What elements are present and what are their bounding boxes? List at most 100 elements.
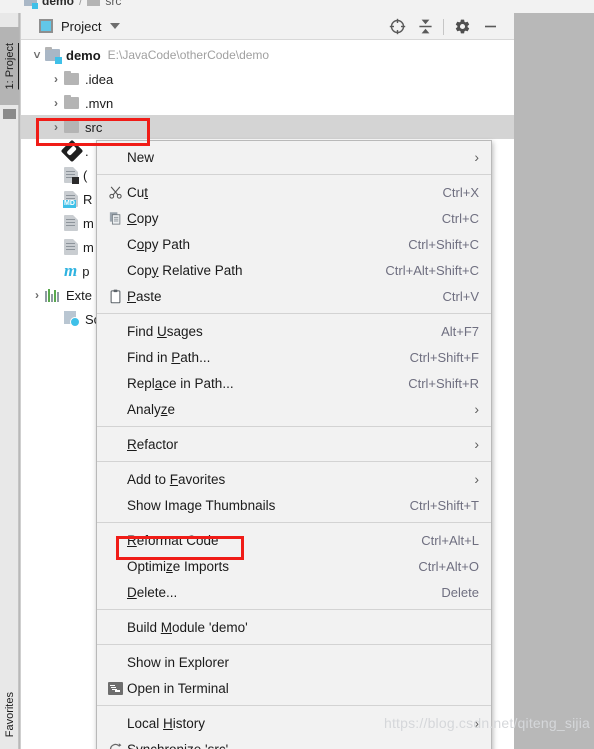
menu-item-analyze[interactable]: Analyze › bbox=[97, 396, 491, 422]
menu-item-label: Copy Path bbox=[127, 236, 191, 252]
menu-item-label: Synchronize 'src' bbox=[127, 741, 229, 749]
breadcrumb: demo / src bbox=[0, 0, 594, 13]
menu-item-paste[interactable]: Paste Ctrl+V bbox=[97, 283, 491, 309]
markdown-file-icon: MD bbox=[63, 191, 78, 208]
menu-item-replace-in-path[interactable]: Replace in Path... Ctrl+Shift+R bbox=[97, 370, 491, 396]
tree-node-label: p bbox=[82, 263, 90, 279]
folder-icon bbox=[64, 119, 79, 133]
menu-item-label: Reformat Code bbox=[127, 532, 219, 548]
sidebar-item-favorites[interactable]: Favorites bbox=[0, 679, 19, 749]
breadcrumb-child[interactable]: src bbox=[105, 0, 121, 8]
idea-window: demo / src 1: Project Favorites Project bbox=[0, 0, 594, 749]
project-strip-icon bbox=[3, 109, 16, 119]
menu-item-label: Find in Path... bbox=[127, 349, 211, 365]
project-tool-window-header: Project bbox=[21, 13, 514, 40]
menu-item-label: Open in Terminal bbox=[127, 680, 229, 696]
git-file-icon bbox=[60, 139, 84, 163]
menu-item-label: Local History bbox=[127, 715, 206, 731]
menu-item-shortcut: Ctrl+Shift+R bbox=[408, 375, 479, 391]
tree-node-label: ( bbox=[83, 167, 88, 183]
tree-row[interactable]: ˅ demo E:\JavaCode\otherCode\demo bbox=[21, 43, 514, 67]
chevron-right-icon: › bbox=[474, 436, 479, 452]
tool-window-actions bbox=[383, 13, 504, 40]
tree-row-src[interactable]: › src bbox=[21, 115, 514, 139]
collapse-all-icon[interactable] bbox=[411, 13, 439, 40]
folder-icon bbox=[64, 95, 79, 109]
menu-item-label: Copy Relative Path bbox=[127, 262, 243, 278]
project-tool-window-title: Project bbox=[61, 18, 102, 34]
menu-item-show-image-thumbnails[interactable]: Show Image Thumbnails Ctrl+Shift+T bbox=[97, 492, 491, 518]
tree-node-label: m bbox=[83, 215, 94, 231]
menu-item-label: Refactor bbox=[127, 436, 179, 452]
menu-item-optimize-imports[interactable]: Optimize Imports Ctrl+Alt+O bbox=[97, 553, 491, 579]
menu-item-shortcut: Delete bbox=[441, 584, 479, 600]
menu-item-add-to-favorites[interactable]: Add to Favorites › bbox=[97, 466, 491, 492]
menu-item-label: Replace in Path... bbox=[127, 375, 234, 391]
tree-node-path: E:\JavaCode\otherCode\demo bbox=[107, 48, 270, 62]
watermark: https://blog.csdn.net/qiteng_sijia bbox=[383, 715, 590, 731]
menu-item-show-in-explorer[interactable]: Show in Explorer bbox=[97, 649, 491, 675]
menu-separator bbox=[97, 461, 491, 462]
menu-item-shortcut: Ctrl+Alt+O bbox=[418, 558, 479, 574]
tree-node-label: . bbox=[85, 143, 89, 159]
menu-item-build-module[interactable]: Build Module 'demo' bbox=[97, 614, 491, 640]
file-icon bbox=[64, 239, 78, 255]
refresh-icon bbox=[103, 742, 127, 749]
copy-icon bbox=[103, 211, 127, 226]
sidebar-item-project-label: 1: Project bbox=[3, 42, 16, 90]
chevron-right-icon[interactable]: › bbox=[29, 288, 45, 302]
menu-item-open-in-terminal[interactable]: Open in Terminal bbox=[97, 675, 491, 701]
chevron-down-icon[interactable]: ˅ bbox=[29, 48, 45, 62]
menu-separator bbox=[97, 426, 491, 427]
menu-item-delete[interactable]: Delete... Delete bbox=[97, 579, 491, 605]
gear-icon[interactable] bbox=[448, 13, 476, 40]
menu-item-copy-relative-path[interactable]: Copy Relative Path Ctrl+Alt+Shift+C bbox=[97, 257, 491, 283]
menu-item-shortcut: Ctrl+X bbox=[442, 184, 479, 200]
tree-node-label: Exte bbox=[66, 287, 93, 303]
menu-item-label: Add to Favorites bbox=[127, 471, 226, 487]
minimize-icon[interactable] bbox=[476, 13, 504, 40]
tree-row[interactable]: › .mvn bbox=[21, 91, 514, 115]
menu-item-label: Optimize Imports bbox=[127, 558, 230, 574]
menu-item-synchronize[interactable]: Synchronize 'src' bbox=[97, 736, 491, 749]
sidebar-item-favorites-label: Favorites bbox=[3, 692, 16, 738]
menu-item-label: Show Image Thumbnails bbox=[127, 497, 276, 513]
tree-node-label: m bbox=[83, 239, 94, 255]
chevron-right-icon[interactable]: › bbox=[48, 120, 64, 134]
menu-item-label: Paste bbox=[127, 288, 162, 304]
menu-item-label: New bbox=[127, 149, 155, 165]
chevron-right-icon: › bbox=[474, 149, 479, 165]
menu-item-find-usages[interactable]: Find Usages Alt+F7 bbox=[97, 318, 491, 344]
menu-separator bbox=[97, 705, 491, 706]
menu-item-reformat-code[interactable]: Reformat Code Ctrl+Alt+L bbox=[97, 527, 491, 553]
menu-item-copy[interactable]: Copy Ctrl+C bbox=[97, 205, 491, 231]
menu-item-refactor[interactable]: Refactor › bbox=[97, 431, 491, 457]
editor-area-background bbox=[514, 13, 594, 749]
tree-node-label: demo bbox=[66, 47, 101, 63]
chevron-right-icon: › bbox=[474, 471, 479, 487]
menu-item-copy-path[interactable]: Copy Path Ctrl+Shift+C bbox=[97, 231, 491, 257]
menu-item-label: Copy bbox=[127, 210, 159, 226]
menu-item-find-in-path[interactable]: Find in Path... Ctrl+Shift+F bbox=[97, 344, 491, 370]
tree-row[interactable]: › .idea bbox=[21, 67, 514, 91]
menu-item-shortcut: Alt+F7 bbox=[441, 323, 479, 339]
menu-item-cut[interactable]: Cut Ctrl+X bbox=[97, 179, 491, 205]
sidebar-item-project[interactable]: 1: Project bbox=[0, 27, 19, 105]
chevron-right-icon: › bbox=[474, 401, 479, 417]
context-menu: New › Cut Ctrl+X Copy Ctrl+C Copy Path C… bbox=[96, 140, 492, 749]
menu-item-label: Show in Explorer bbox=[127, 654, 230, 670]
menu-item-label: Build Module 'demo' bbox=[127, 619, 248, 635]
tree-node-label: .mvn bbox=[85, 95, 114, 111]
chevron-right-icon[interactable]: › bbox=[48, 96, 64, 110]
locate-icon[interactable] bbox=[383, 13, 411, 40]
menu-item-shortcut: Ctrl+C bbox=[441, 210, 479, 226]
menu-separator bbox=[97, 174, 491, 175]
chevron-down-icon[interactable] bbox=[110, 23, 121, 29]
terminal-icon bbox=[103, 681, 127, 695]
breadcrumb-project[interactable]: demo bbox=[42, 0, 74, 8]
chevron-right-icon[interactable]: › bbox=[48, 72, 64, 86]
menu-separator bbox=[97, 609, 491, 610]
folder-icon bbox=[87, 0, 101, 6]
menu-item-new[interactable]: New › bbox=[97, 144, 491, 170]
breadcrumb-separator: / bbox=[79, 0, 83, 8]
